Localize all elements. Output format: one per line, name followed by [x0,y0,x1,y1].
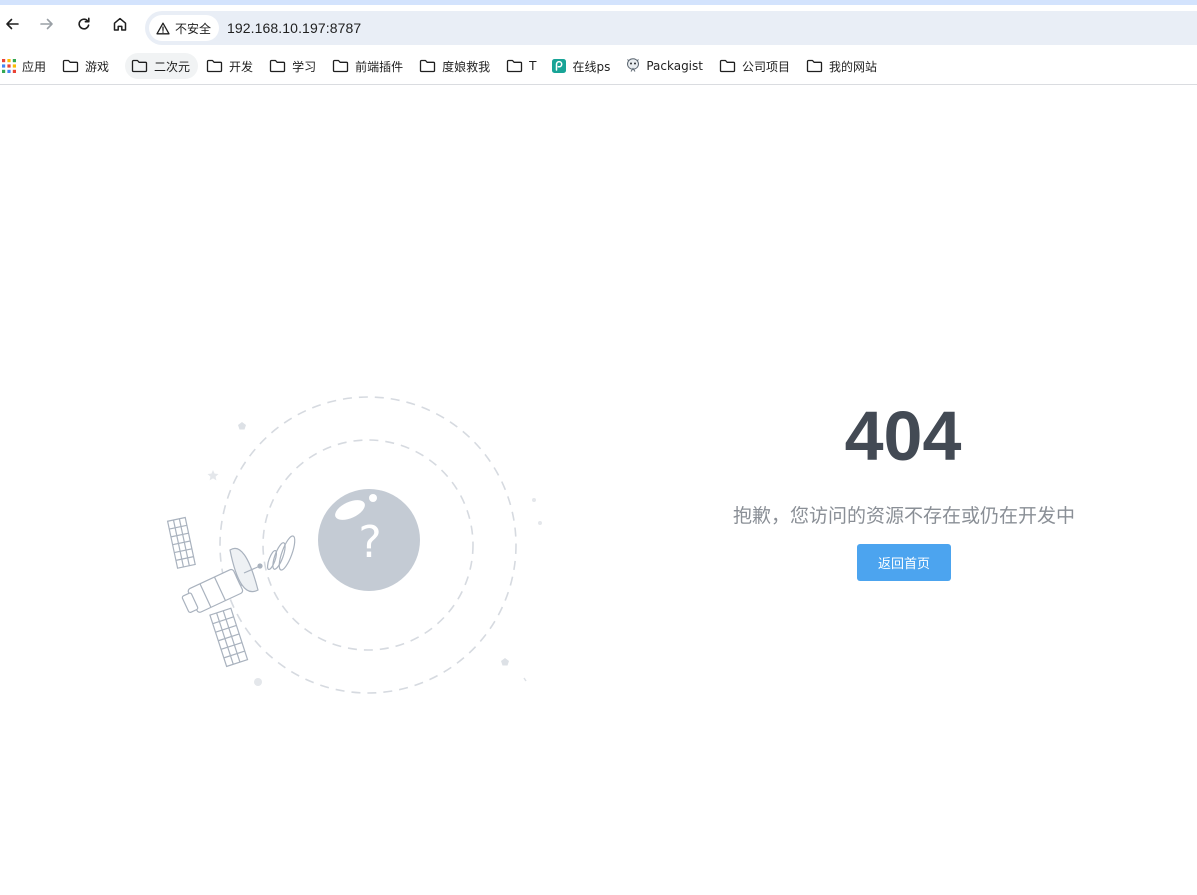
bookmark-packagist[interactable]: Packagist [626,53,711,79]
bookmark-label: 开发 [229,59,254,74]
back-to-home-button[interactable]: 返回首页 [857,544,951,581]
security-label: 不安全 [175,21,212,36]
dot-decoration [254,678,262,686]
satellite-solar-panel-upper [166,516,196,569]
folder-icon [332,59,349,73]
star-decoration [501,658,509,666]
home-icon [113,17,127,31]
back-button[interactable] [0,9,27,39]
bookmark-label: 在线ps [572,59,611,74]
bookmark-label: 学习 [292,59,317,74]
dot-decoration [538,521,542,525]
url-text[interactable]: 192.168.10.197:8787 [227,11,361,45]
bookmark-dev[interactable]: 开发 [206,53,261,79]
question-mark-glyph: ? [358,517,381,568]
star-decoration [238,422,246,430]
bookmark-t[interactable]: T [506,53,544,79]
dot-decoration [523,677,527,682]
forward-arrow-icon [40,18,53,30]
folder-icon [419,59,436,73]
bookmark-label: 我的网站 [829,59,878,74]
bookmark-label: 游戏 [85,59,110,74]
satellite-dish-tip [257,563,263,569]
satellite [166,516,296,668]
error-code: 404 [844,397,962,475]
bookmark-label: 公司项目 [741,59,790,74]
address-bar[interactable]: 不安全 192.168.10.197:8787 [145,11,1197,45]
bookmark-anime[interactable]: 二次元 [125,53,199,79]
folder-icon [62,59,79,73]
bookmark-label: Packagist [646,59,703,73]
satellite-solar-panel-lower [209,607,249,668]
bookmark-apps[interactable]: 应用 [2,53,54,79]
security-indicator[interactable]: 不安全 [149,15,220,41]
bookmark-my-website[interactable]: 我的网站 [806,53,885,79]
star-decoration [207,470,219,481]
planet-highlight-dot [369,494,377,502]
bookmark-label: T [529,59,537,73]
folder-icon [719,59,736,73]
bookmark-games[interactable]: 游戏 [62,53,117,79]
signal-wave [278,535,296,571]
bookmark-study[interactable]: 学习 [269,53,324,79]
bookmark-frontend-plugins[interactable]: 前端插件 [332,53,411,79]
folder-icon [206,59,223,73]
bookmark-label: 度娘救我 [442,59,491,74]
bookmark-baidu-help[interactable]: 度娘救我 [419,53,498,79]
folder-icon [806,59,823,73]
apps-grid-icon [2,59,16,73]
bookmark-company-projects[interactable]: 公司项目 [719,53,798,79]
bookmark-label: 应用 [22,59,47,74]
error-message: 抱歉，您访问的资源不存在或仍在开发中 [732,505,1075,527]
home-button[interactable] [105,9,135,39]
photopea-icon [552,59,567,73]
forward-button[interactable] [32,9,62,39]
reload-button[interactable] [69,9,99,39]
back-arrow-icon [6,18,19,30]
folder-icon [131,59,148,73]
bookmark-label: 二次元 [154,59,191,74]
warning-triangle-icon [156,22,170,34]
reload-icon [78,17,90,30]
dot-decoration [532,498,536,502]
folder-icon [269,59,286,73]
bookmarks-bar: 应用 游戏 二次元 开发 学习 前端插件 度娘救我 T 在线ps Packagi… [0,48,1197,85]
bookmark-label: 前端插件 [355,59,404,74]
browser-toolbar: 不安全 192.168.10.197:8787 [0,5,1197,45]
folder-icon [506,59,523,73]
satellite-404-illustration: ? [166,396,542,694]
packagist-icon [627,58,640,72]
bookmark-online-ps[interactable]: 在线ps [552,53,618,79]
